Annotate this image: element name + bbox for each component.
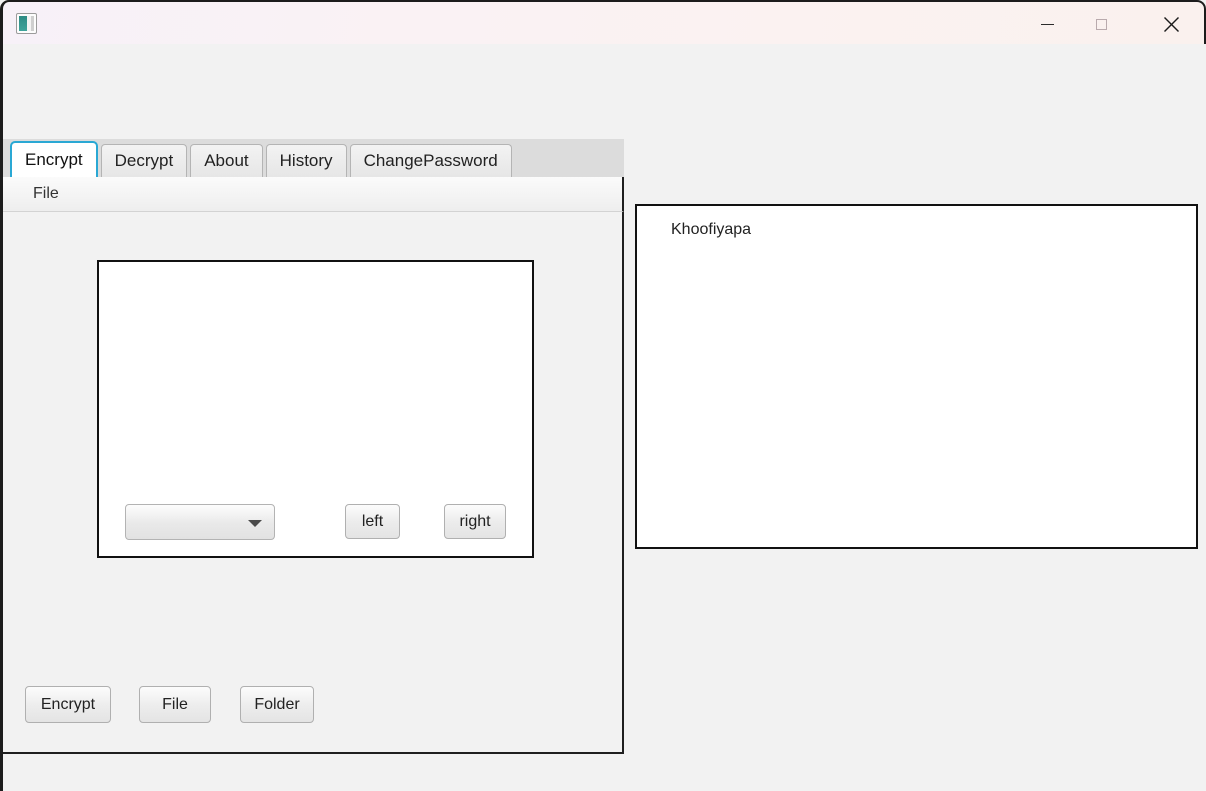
close-button[interactable]: [1148, 4, 1194, 44]
app-icon-shape-gray: [31, 16, 34, 31]
tab-encrypt-label: Encrypt: [25, 150, 83, 169]
menu-item-file[interactable]: File: [27, 182, 65, 206]
tab-encrypt[interactable]: Encrypt: [10, 141, 98, 177]
tab-decrypt[interactable]: Decrypt: [100, 144, 188, 177]
output-panel[interactable]: Khoofiyapa: [635, 204, 1198, 549]
file-select-dropdown[interactable]: [125, 504, 275, 540]
window-body: Encrypt Decrypt About History ChangePass…: [0, 44, 1206, 791]
output-panel-text: Khoofiyapa: [671, 221, 752, 238]
folder-button[interactable]: Folder: [240, 686, 314, 723]
encrypt-button-label: Encrypt: [40, 695, 96, 713]
left-button-label: left: [361, 512, 384, 530]
application-window: Encrypt Decrypt About History ChangePass…: [0, 0, 1206, 791]
close-icon: [1163, 16, 1179, 32]
app-image-icon: [16, 13, 37, 34]
tab-history-label: History: [279, 151, 333, 170]
tab-decrypt-label: Decrypt: [114, 151, 174, 170]
maximize-icon: [1095, 18, 1107, 30]
title-bar: [0, 0, 1206, 44]
left-content-panel: left right Encrypt File Folder: [3, 212, 624, 754]
file-button-label: File: [162, 695, 188, 713]
encrypt-button[interactable]: Encrypt: [25, 686, 111, 723]
folder-button-label: Folder: [254, 695, 300, 713]
app-icon-shape-teal: [19, 16, 28, 31]
preview-box: left right: [97, 260, 534, 558]
tab-history[interactable]: History: [265, 144, 347, 177]
menu-item-file-label: File: [33, 185, 59, 202]
maximize-button[interactable]: [1078, 4, 1124, 44]
minimize-button[interactable]: [1024, 4, 1070, 44]
tab-about-label: About: [204, 151, 249, 170]
file-button[interactable]: File: [139, 686, 211, 723]
right-button-label: right: [459, 512, 491, 530]
minimize-icon: [1040, 23, 1054, 25]
tab-changepassword[interactable]: ChangePassword: [349, 144, 512, 177]
right-button[interactable]: right: [444, 504, 506, 539]
menu-bar: File: [3, 177, 624, 212]
tab-changepassword-label: ChangePassword: [363, 151, 498, 170]
chevron-down-icon: [248, 520, 262, 527]
tab-bar: Encrypt Decrypt About History ChangePass…: [3, 139, 624, 177]
left-button[interactable]: left: [345, 504, 400, 539]
tab-about[interactable]: About: [190, 144, 263, 177]
